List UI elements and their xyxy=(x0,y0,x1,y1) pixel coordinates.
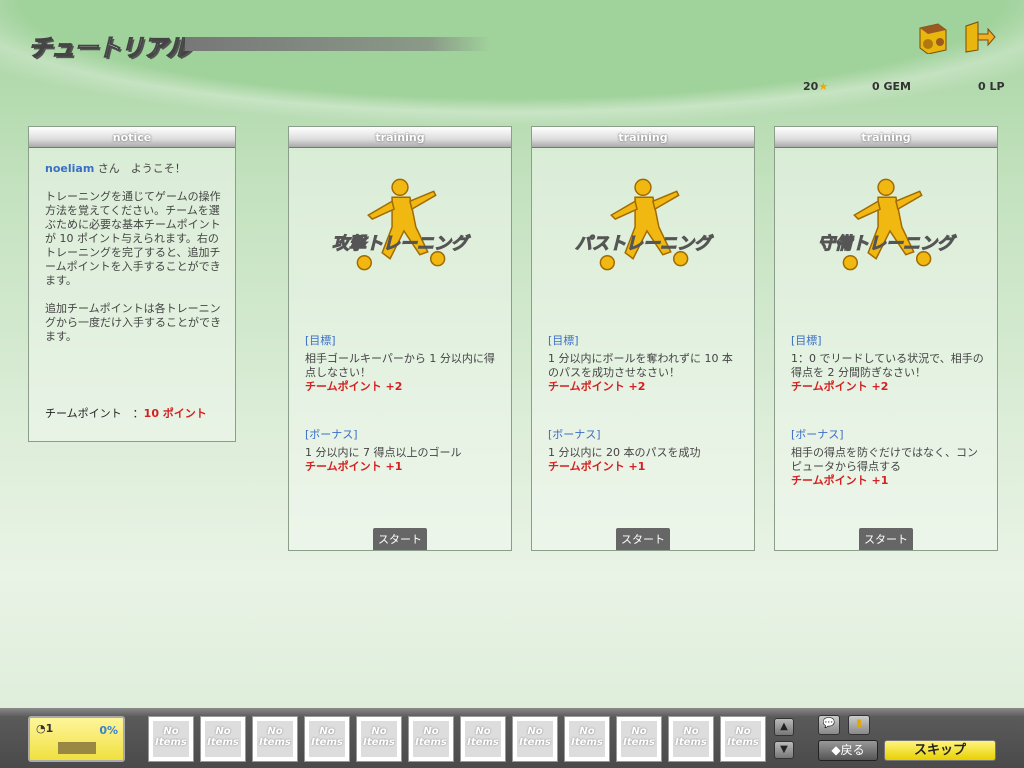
item-slot[interactable]: No Items xyxy=(668,716,714,762)
player-figure-icon xyxy=(599,178,689,271)
no-items-label: No Items xyxy=(465,721,501,757)
skip-button[interactable]: スキップ xyxy=(884,740,996,761)
bonus-label: [ボーナス] xyxy=(305,428,358,441)
training-card: training パストレーニング [目標] 1 分以内にボールを奪われずに 1… xyxy=(531,126,755,551)
item-slot[interactable]: No Items xyxy=(564,716,610,762)
goal-text: 1 分以内にボールを奪われずに 10 本のパスを成功させなさい！ xyxy=(548,352,733,379)
item-slot[interactable]: No Items xyxy=(356,716,402,762)
training-card: training 攻撃トレーニング [目標] 相手ゴールキーパーから 1 分以内… xyxy=(288,126,512,551)
goal-label: [目標] xyxy=(548,334,579,347)
avatar-pixelated xyxy=(58,742,96,754)
no-items-label: No Items xyxy=(517,721,553,757)
notice-text-2: 追加チームポイントは各トレーニングから一度だけ入手することができます。 xyxy=(45,302,221,343)
team-points-label: チームポイント ： xyxy=(45,407,144,420)
goal-reward: チームポイント +2 xyxy=(305,380,403,393)
level-number: 1 xyxy=(45,722,54,735)
back-button[interactable]: ◆戻る xyxy=(818,740,878,761)
goal-reward: チームポイント +2 xyxy=(791,380,889,393)
goal-text: 相手ゴールキーパーから 1 分以内に得点しなさい！ xyxy=(305,352,495,379)
no-items-label: No Items xyxy=(153,721,189,757)
training-name: 守備トレーニング xyxy=(818,234,955,255)
training-header: training xyxy=(532,127,754,148)
training-name: 攻撃トレーニング xyxy=(332,234,469,255)
start-button[interactable]: スタート xyxy=(616,528,670,550)
bonus-text: 1 分以内に 7 得点以上のゴール xyxy=(305,446,462,459)
no-items-label: No Items xyxy=(309,721,345,757)
item-slot[interactable]: No Items xyxy=(460,716,506,762)
training-header: training xyxy=(775,127,997,148)
no-items-label: No Items xyxy=(257,721,293,757)
no-items-label: No Items xyxy=(205,721,241,757)
no-items-label: No Items xyxy=(569,721,605,757)
page-title: チュートリアル xyxy=(28,34,191,63)
goal-label: [目標] xyxy=(791,334,822,347)
item-slot[interactable]: No Items xyxy=(252,716,298,762)
greeting: さん ようこそ！ xyxy=(97,162,186,175)
no-items-label: No Items xyxy=(413,721,449,757)
item-slot[interactable]: No Items xyxy=(200,716,246,762)
lock-icon[interactable]: ▮ xyxy=(848,715,870,735)
bonus-label: [ボーナス] xyxy=(548,428,601,441)
stars-value: 20 xyxy=(803,80,819,93)
level-value: ◔1 xyxy=(36,722,54,735)
goal-text: 1：0 でリードしている状況で、相手の得点を 2 分間防ぎなさい！ xyxy=(791,352,984,379)
star-icon: ★ xyxy=(818,80,829,93)
goal-label: [目標] xyxy=(305,334,336,347)
player-figure-icon xyxy=(842,178,932,271)
gem-count: 0 GEM xyxy=(872,80,911,93)
item-slot[interactable]: No Items xyxy=(148,716,194,762)
stars-count: 20★ xyxy=(803,80,828,93)
bonus-reward: チームポイント +1 xyxy=(791,474,889,487)
chat-icon[interactable]: 💬 xyxy=(818,715,840,735)
no-items-label: No Items xyxy=(621,721,657,757)
no-items-label: No Items xyxy=(725,721,761,757)
level-panel: ◔1 0% xyxy=(28,716,125,762)
item-slot[interactable]: No Items xyxy=(616,716,662,762)
scroll-up-button[interactable]: ▲ xyxy=(774,718,794,736)
start-button[interactable]: スタート xyxy=(859,528,913,550)
notice-text-1: トレーニングを通じてゲームの操作方法を覚えてください。チームを選ぶために必要な基… xyxy=(45,190,221,287)
notice-header: notice xyxy=(29,127,235,148)
goal-reward: チームポイント +2 xyxy=(548,380,646,393)
training-name: パストレーニング xyxy=(575,234,712,255)
bonus-label: [ボーナス] xyxy=(791,428,844,441)
lp-count: 0 LP xyxy=(978,80,1005,93)
player-figure-icon xyxy=(356,178,446,271)
username: noeliam xyxy=(45,162,95,175)
speaker-icon[interactable] xyxy=(916,20,950,54)
no-items-label: No Items xyxy=(673,721,709,757)
item-slot[interactable]: No Items xyxy=(512,716,558,762)
title-bar xyxy=(185,37,490,51)
bonus-reward: チームポイント +1 xyxy=(305,460,403,473)
start-button[interactable]: スタート xyxy=(373,528,427,550)
bonus-reward: チームポイント +1 xyxy=(548,460,646,473)
notice-panel: notice noeliam さん ようこそ！ トレーニングを通じてゲームの操作… xyxy=(28,126,236,442)
item-slot[interactable]: No Items xyxy=(408,716,454,762)
item-slot[interactable]: No Items xyxy=(720,716,766,762)
exp-percent: 0% xyxy=(99,724,118,737)
training-header: training xyxy=(289,127,511,148)
scroll-down-button[interactable]: ▼ xyxy=(774,741,794,759)
team-points-value: 10 ポイント xyxy=(143,407,207,420)
exit-door-icon[interactable] xyxy=(962,20,996,54)
no-items-label: No Items xyxy=(361,721,397,757)
bonus-text: 1 分以内に 20 本のパスを成功 xyxy=(548,446,701,459)
training-card: training 守備トレーニング [目標] 1：0 でリードしている状況で、相… xyxy=(774,126,998,551)
bonus-text: 相手の得点を防ぐだけではなく、コンピュータから得点する xyxy=(791,446,978,473)
item-slot[interactable]: No Items xyxy=(304,716,350,762)
